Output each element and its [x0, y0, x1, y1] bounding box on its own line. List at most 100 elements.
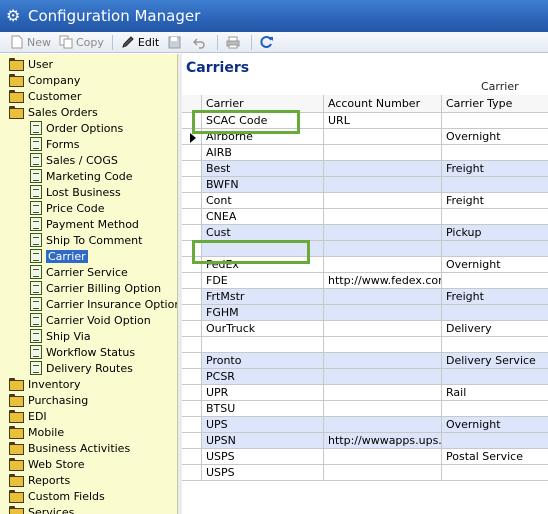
row-selector[interactable]	[182, 353, 202, 369]
cell-account-number[interactable]	[324, 129, 442, 145]
row-selector[interactable]	[182, 369, 202, 385]
row-selector[interactable]	[182, 289, 202, 305]
cell-carrier-type[interactable]: Delivery Service	[442, 353, 548, 369]
cell-carrier-type[interactable]: Postal Service	[442, 449, 548, 465]
table-row[interactable]: Best Freight	[182, 161, 548, 177]
cell-account-number[interactable]	[324, 465, 442, 481]
print-button[interactable]	[226, 35, 243, 49]
undo-button[interactable]	[192, 35, 209, 49]
cell-account-number[interactable]	[324, 161, 442, 177]
cell-carrier-type[interactable]	[442, 305, 548, 321]
tree-item[interactable]: Purchasing	[8, 392, 88, 408]
row-selector[interactable]	[182, 273, 202, 289]
row-selector[interactable]	[182, 401, 202, 417]
cell-account-number[interactable]: URL	[324, 113, 442, 129]
table-row[interactable]: USPS Postal Service	[182, 449, 548, 465]
table-row[interactable]: FDEhttp://www.fedex.com/Tracking?action=…	[182, 273, 548, 289]
column-header-account-number[interactable]: Account Number	[324, 95, 442, 113]
tree-item[interactable]: Workflow Status	[30, 344, 135, 360]
cell-account-number[interactable]	[324, 257, 442, 273]
cell-carrier[interactable]: CNEA	[202, 209, 324, 225]
cell-account-number[interactable]	[324, 177, 442, 193]
tree-item[interactable]: Carrier Service	[30, 264, 128, 280]
tree-item[interactable]: Company	[8, 72, 80, 88]
cell-account-number[interactable]	[324, 289, 442, 305]
table-row[interactable]: Cont Freight	[182, 193, 548, 209]
tree-item[interactable]: Customer	[8, 88, 81, 104]
cell-carrier[interactable]	[202, 337, 324, 353]
cell-carrier-type[interactable]: Overnight	[442, 129, 548, 145]
cell-account-number[interactable]	[324, 209, 442, 225]
table-row[interactable]	[182, 337, 548, 353]
table-row[interactable]: USPS	[182, 465, 548, 481]
table-row[interactable]: AIRB	[182, 145, 548, 161]
table-row[interactable]: UPR Rail	[182, 385, 548, 401]
tree-item[interactable]: Business Activities	[8, 440, 130, 456]
table-row[interactable]: UPS Overnight	[182, 417, 548, 433]
cell-carrier-type[interactable]	[442, 433, 548, 449]
cell-carrier-type[interactable]: Rail	[442, 385, 548, 401]
table-row[interactable]: Pronto Delivery Service	[182, 353, 548, 369]
cell-account-number[interactable]	[324, 225, 442, 241]
tree-item[interactable]: Delivery Routes	[30, 360, 133, 376]
cell-carrier[interactable]: USPS	[202, 449, 324, 465]
tree-item[interactable]: Web Store	[8, 456, 85, 472]
tree-item[interactable]: Carrier	[30, 248, 88, 264]
row-selector[interactable]	[182, 449, 202, 465]
cell-account-number[interactable]	[324, 241, 442, 257]
cell-account-number[interactable]	[324, 369, 442, 385]
tree-item[interactable]: Mobile	[8, 424, 64, 440]
tree-item[interactable]: Carrier Insurance Option	[30, 296, 177, 312]
row-selector[interactable]	[182, 177, 202, 193]
cell-carrier-type[interactable]: Freight	[442, 193, 548, 209]
cell-carrier-type[interactable]	[442, 273, 548, 289]
cell-account-number[interactable]: http://www.fedex.com/Tracking?action=tra…	[324, 273, 442, 289]
row-selector[interactable]	[182, 145, 202, 161]
cell-carrier[interactable]: AIRB	[202, 145, 324, 161]
cell-carrier-type[interactable]	[442, 465, 548, 481]
cell-carrier-type[interactable]	[442, 369, 548, 385]
cell-carrier-type[interactable]: Overnight	[442, 257, 548, 273]
cell-account-number[interactable]	[324, 449, 442, 465]
cell-carrier-type[interactable]	[442, 113, 548, 129]
cell-carrier[interactable]: Cont	[202, 193, 324, 209]
save-button[interactable]	[167, 35, 184, 49]
row-selector[interactable]	[182, 385, 202, 401]
row-selector[interactable]	[182, 225, 202, 241]
cell-account-number[interactable]	[324, 193, 442, 209]
cell-carrier-type[interactable]	[442, 337, 548, 353]
tree-item[interactable]: Payment Method	[30, 216, 139, 232]
tree-item[interactable]: Marketing Code	[30, 168, 132, 184]
cell-account-number[interactable]	[324, 401, 442, 417]
tree-item[interactable]: Price Code	[30, 200, 105, 216]
column-header-carrier-type[interactable]: Carrier Type	[442, 95, 548, 113]
cell-carrier[interactable]: UPR	[202, 385, 324, 401]
cell-carrier-type[interactable]: Overnight	[442, 417, 548, 433]
tree-item[interactable]: Ship Via	[30, 328, 91, 344]
cell-carrier[interactable]: Cust	[202, 225, 324, 241]
row-selector[interactable]	[182, 321, 202, 337]
table-row[interactable]: UPSNhttp://wwwapps.ups.com/etracking/tra…	[182, 433, 548, 449]
cell-account-number[interactable]: http://wwwapps.ups.com/etracking/trackin…	[324, 433, 442, 449]
tree-item[interactable]: Sales Orders	[8, 104, 98, 120]
table-row[interactable]: FGHM	[182, 305, 548, 321]
cell-carrier-type[interactable]: Freight	[442, 289, 548, 305]
cell-account-number[interactable]	[324, 353, 442, 369]
cell-carrier[interactable]: PCSR	[202, 369, 324, 385]
cell-carrier[interactable]: UPS	[202, 417, 324, 433]
cell-carrier-type[interactable]: Pickup	[442, 225, 548, 241]
cell-carrier[interactable]: OurTruck	[202, 321, 324, 337]
cell-carrier[interactable]: FrtMstr	[202, 289, 324, 305]
table-row[interactable]: FrtMstr Freight	[182, 289, 548, 305]
cell-account-number[interactable]	[324, 321, 442, 337]
cell-carrier-type[interactable]	[442, 241, 548, 257]
copy-button[interactable]: Copy	[59, 35, 104, 49]
edit-button[interactable]: Edit	[121, 35, 159, 49]
row-selector[interactable]	[182, 209, 202, 225]
cell-carrier-type[interactable]	[442, 177, 548, 193]
cell-carrier-type[interactable]	[442, 401, 548, 417]
row-selector[interactable]	[182, 161, 202, 177]
tree-item[interactable]: Custom Fields	[8, 488, 105, 504]
table-row[interactable]: Cust Pickup	[182, 225, 548, 241]
cell-account-number[interactable]	[324, 337, 442, 353]
